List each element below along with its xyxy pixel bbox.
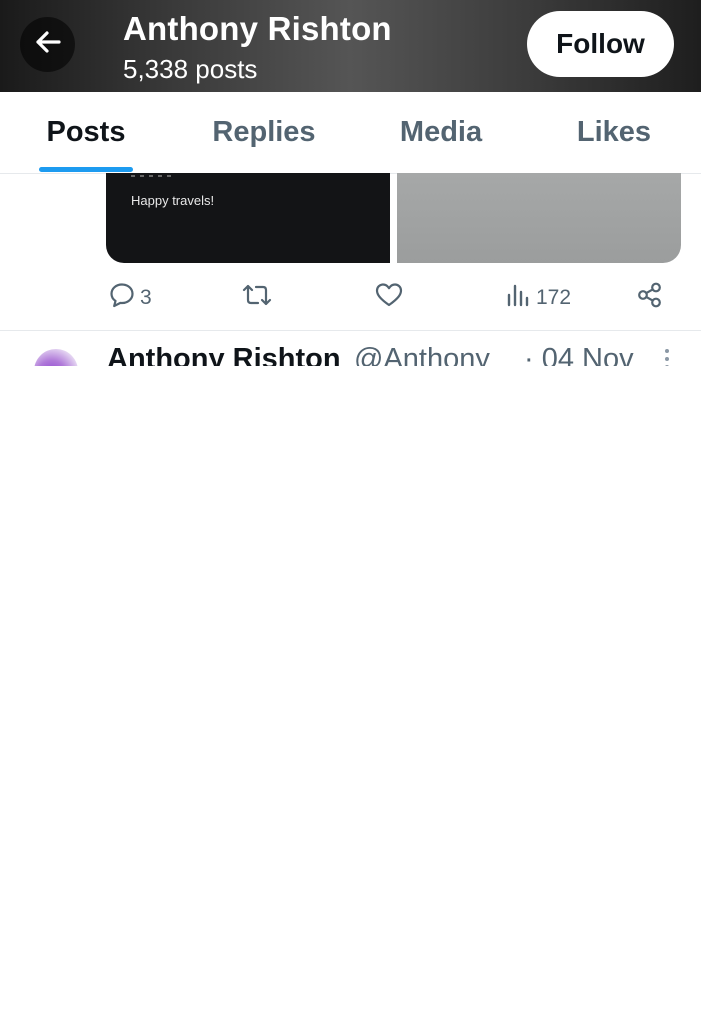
tab-replies[interactable]: Replies (190, 92, 338, 173)
more-icon[interactable] (664, 349, 670, 366)
retweet-icon (241, 281, 273, 315)
post-author-handle[interactable]: @Anthony (354, 343, 490, 366)
follow-button[interactable]: Follow (527, 11, 674, 77)
post-date[interactable]: · 04 Nov (524, 343, 634, 366)
back-button[interactable] (20, 17, 75, 72)
tab-media[interactable]: Media (372, 92, 510, 173)
post-media[interactable]: Happy travels! (106, 173, 681, 263)
reply-button[interactable]: 3 (108, 282, 152, 314)
profile-name: Anthony Rishton (123, 10, 392, 47)
avatar[interactable] (34, 349, 78, 366)
media-text-fragment (131, 175, 171, 177)
like-icon (374, 281, 404, 315)
back-arrow-icon (33, 27, 63, 62)
media-caption: Happy travels! (131, 193, 215, 208)
post-author-name[interactable]: Anthony Rishton (107, 343, 341, 366)
retweet-button[interactable] (241, 282, 273, 314)
profile-header: Anthony Rishton 5,338 posts Follow (0, 0, 701, 92)
reply-icon (108, 281, 136, 315)
media-image-left[interactable]: Happy travels! (106, 173, 390, 263)
reply-count: 3 (140, 286, 152, 309)
tab-posts[interactable]: Posts (20, 92, 152, 173)
views-button[interactable]: 172 (506, 282, 571, 314)
next-post[interactable]: Anthony Rishton @Anthony · 04 Nov (0, 331, 701, 366)
media-image-right[interactable] (397, 173, 681, 263)
views-count: 172 (536, 286, 572, 309)
like-button[interactable] (374, 282, 404, 314)
active-tab-indicator (39, 167, 133, 172)
share-button[interactable] (636, 282, 664, 314)
profile-tabs: Posts Replies Media Likes (0, 92, 701, 174)
views-icon (506, 281, 532, 315)
share-icon (636, 281, 664, 315)
tab-likes[interactable]: Likes (560, 92, 668, 173)
posts-count: 5,338 posts (123, 54, 258, 84)
